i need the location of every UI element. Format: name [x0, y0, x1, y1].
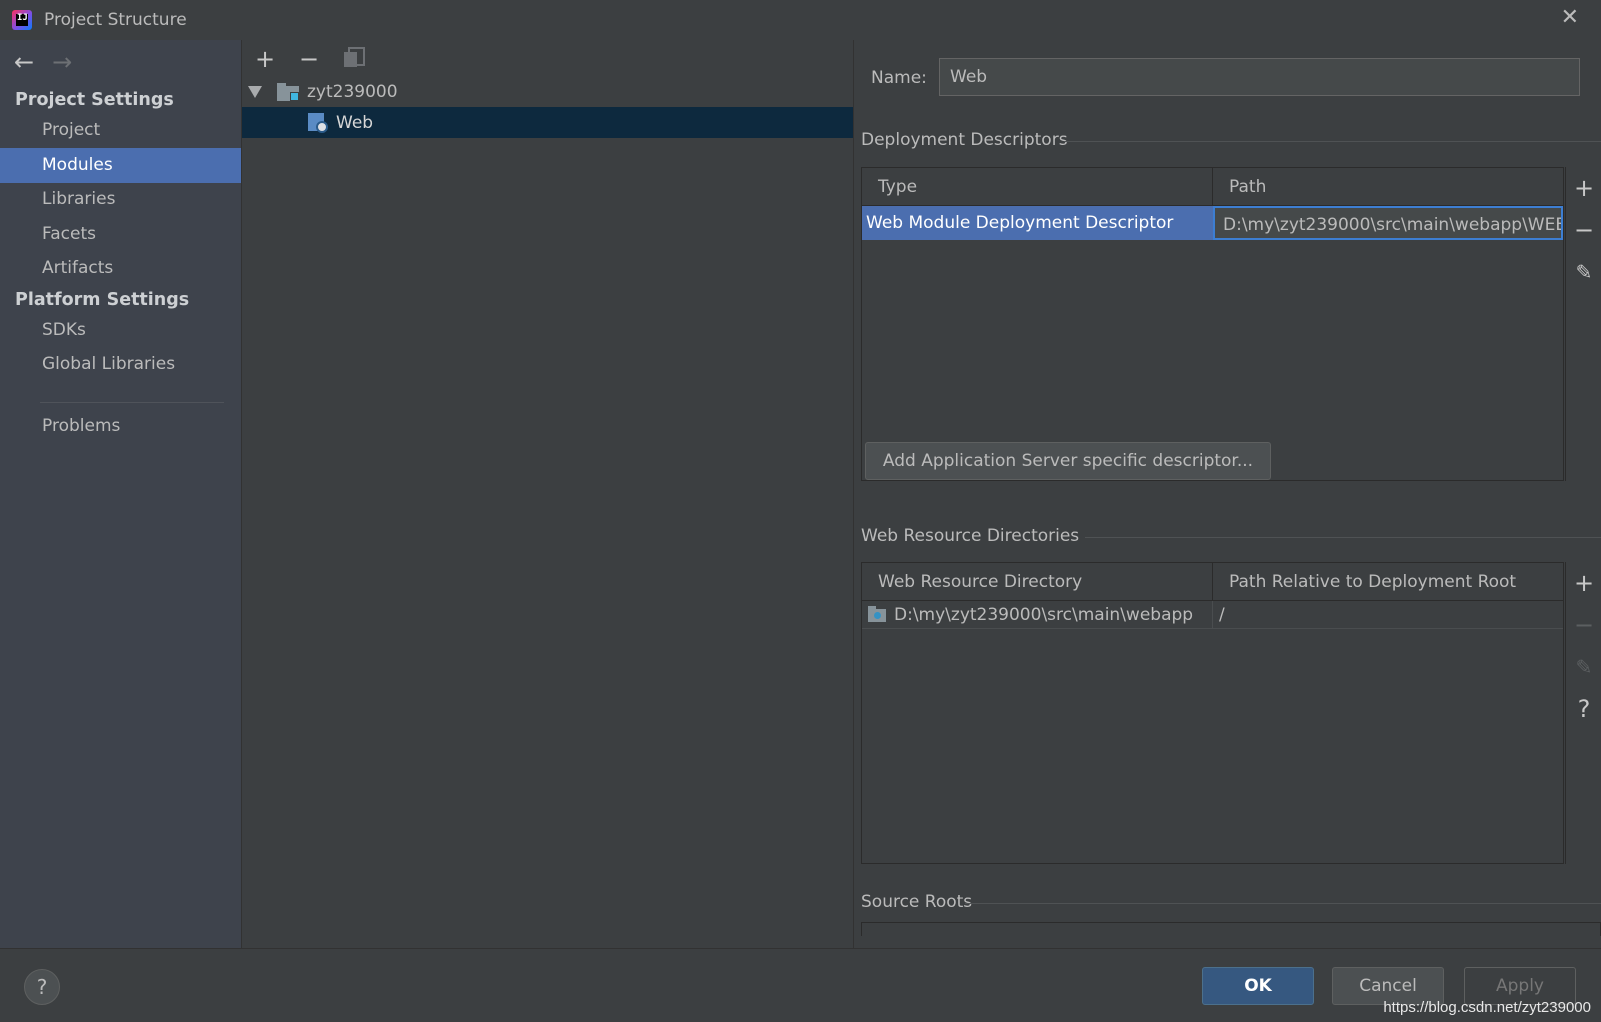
- table-row[interactable]: D:\my\zyt239000\src\main\webapp /: [862, 601, 1563, 629]
- web-resource-directories-table: Web Resource Directory Path Relative to …: [861, 562, 1564, 864]
- platform-settings-header: Platform Settings: [15, 290, 190, 310]
- close-icon[interactable]: ✕: [1561, 6, 1579, 30]
- sidebar-item-project[interactable]: Project: [0, 113, 241, 148]
- table-row[interactable]: Web Module Deployment Descriptor D:\my\z…: [862, 206, 1563, 240]
- column-header-type[interactable]: Type: [862, 168, 1213, 206]
- tree-node-label: zyt239000: [307, 81, 398, 102]
- resource-directory-cell[interactable]: D:\my\zyt239000\src\main\webapp: [862, 601, 1213, 629]
- tree-toolbar: + −: [254, 44, 365, 74]
- remove-icon[interactable]: −: [298, 45, 320, 73]
- ok-button[interactable]: OK: [1202, 967, 1314, 1005]
- table-header: Type Path: [862, 168, 1563, 206]
- name-input[interactable]: [939, 58, 1580, 96]
- add-icon[interactable]: +: [254, 45, 276, 73]
- edit-resource-dir-icon[interactable]: ✎: [1566, 646, 1601, 688]
- module-tree-pane: + − zyt239000 Web: [242, 40, 854, 948]
- web-resource-directories-title: Web Resource Directories: [861, 526, 1080, 546]
- web-facet-detail: Name: Deployment Descriptors Type Path W…: [855, 40, 1601, 948]
- help-button[interactable]: ?: [24, 969, 60, 1005]
- sidebar-item-sdks[interactable]: SDKs: [0, 313, 241, 348]
- source-roots-list: [861, 922, 1601, 936]
- descriptor-path-cell[interactable]: D:\my\zyt239000\src\main\webapp\WEB-INF\…: [1213, 206, 1563, 240]
- sidebar-item-modules[interactable]: Modules: [0, 148, 241, 183]
- sidebar-item-artifacts[interactable]: Artifacts: [0, 251, 241, 286]
- section-divider: [1085, 537, 1601, 538]
- deployment-descriptors-title: Deployment Descriptors: [861, 130, 1068, 150]
- resource-dir-tools: + − ✎ ?: [1565, 562, 1601, 864]
- column-header-relative-path[interactable]: Path Relative to Deployment Root: [1213, 563, 1563, 601]
- remove-resource-dir-icon[interactable]: −: [1566, 604, 1601, 646]
- descriptor-tools: + − ✎: [1565, 167, 1601, 481]
- settings-sidebar: ← → Project Settings Project Modules Lib…: [0, 40, 242, 948]
- copy-icon[interactable]: [342, 45, 365, 73]
- project-settings-header: Project Settings: [15, 90, 174, 110]
- tree-node-web-facet[interactable]: Web: [242, 107, 853, 138]
- resource-directory-path: D:\my\zyt239000\src\main\webapp: [894, 605, 1194, 625]
- column-header-directory[interactable]: Web Resource Directory: [862, 563, 1213, 601]
- table-header: Web Resource Directory Path Relative to …: [862, 563, 1563, 601]
- column-header-path[interactable]: Path: [1213, 168, 1563, 206]
- nav-arrows: ← →: [14, 50, 72, 74]
- window-title: Project Structure: [44, 10, 187, 30]
- source-roots-title: Source Roots: [861, 892, 973, 912]
- tree-node-module[interactable]: zyt239000: [242, 76, 853, 107]
- module-folder-icon: [277, 82, 299, 101]
- back-arrow-icon[interactable]: ←: [14, 50, 34, 74]
- watermark-text: https://blog.csdn.net/zyt239000: [1383, 999, 1591, 1016]
- sidebar-item-global-libraries[interactable]: Global Libraries: [0, 347, 241, 382]
- name-label: Name:: [871, 68, 927, 88]
- sidebar-item-facets[interactable]: Facets: [0, 217, 241, 252]
- web-folder-icon: [868, 606, 886, 622]
- section-divider: [965, 903, 1601, 904]
- expand-triangle-icon[interactable]: [248, 85, 262, 98]
- help-question-icon[interactable]: ?: [1566, 688, 1601, 730]
- add-server-descriptor-button[interactable]: Add Application Server specific descript…: [865, 442, 1271, 480]
- descriptor-type-cell[interactable]: Web Module Deployment Descriptor: [862, 206, 1213, 240]
- deployment-descriptors-table: Type Path Web Module Deployment Descript…: [861, 167, 1564, 481]
- sidebar-item-problems[interactable]: Problems: [0, 409, 241, 444]
- section-divider: [1064, 141, 1601, 142]
- relative-path-cell[interactable]: /: [1213, 601, 1563, 629]
- sidebar-item-libraries[interactable]: Libraries: [0, 182, 241, 217]
- title-bar: IJ Project Structure ✕: [0, 0, 1601, 40]
- tree-node-label: Web: [336, 112, 374, 133]
- add-resource-dir-icon[interactable]: +: [1566, 562, 1601, 604]
- web-facet-icon: [308, 112, 328, 133]
- remove-descriptor-icon[interactable]: −: [1566, 209, 1601, 251]
- add-descriptor-icon[interactable]: +: [1566, 167, 1601, 209]
- dialog-button-bar: ? OK Cancel Apply https://blog.csdn.net/…: [0, 948, 1601, 1022]
- intellij-logo-icon: IJ: [12, 10, 32, 30]
- sidebar-separator: [40, 402, 224, 403]
- edit-descriptor-icon[interactable]: ✎: [1566, 251, 1601, 293]
- forward-arrow-icon[interactable]: →: [52, 50, 72, 74]
